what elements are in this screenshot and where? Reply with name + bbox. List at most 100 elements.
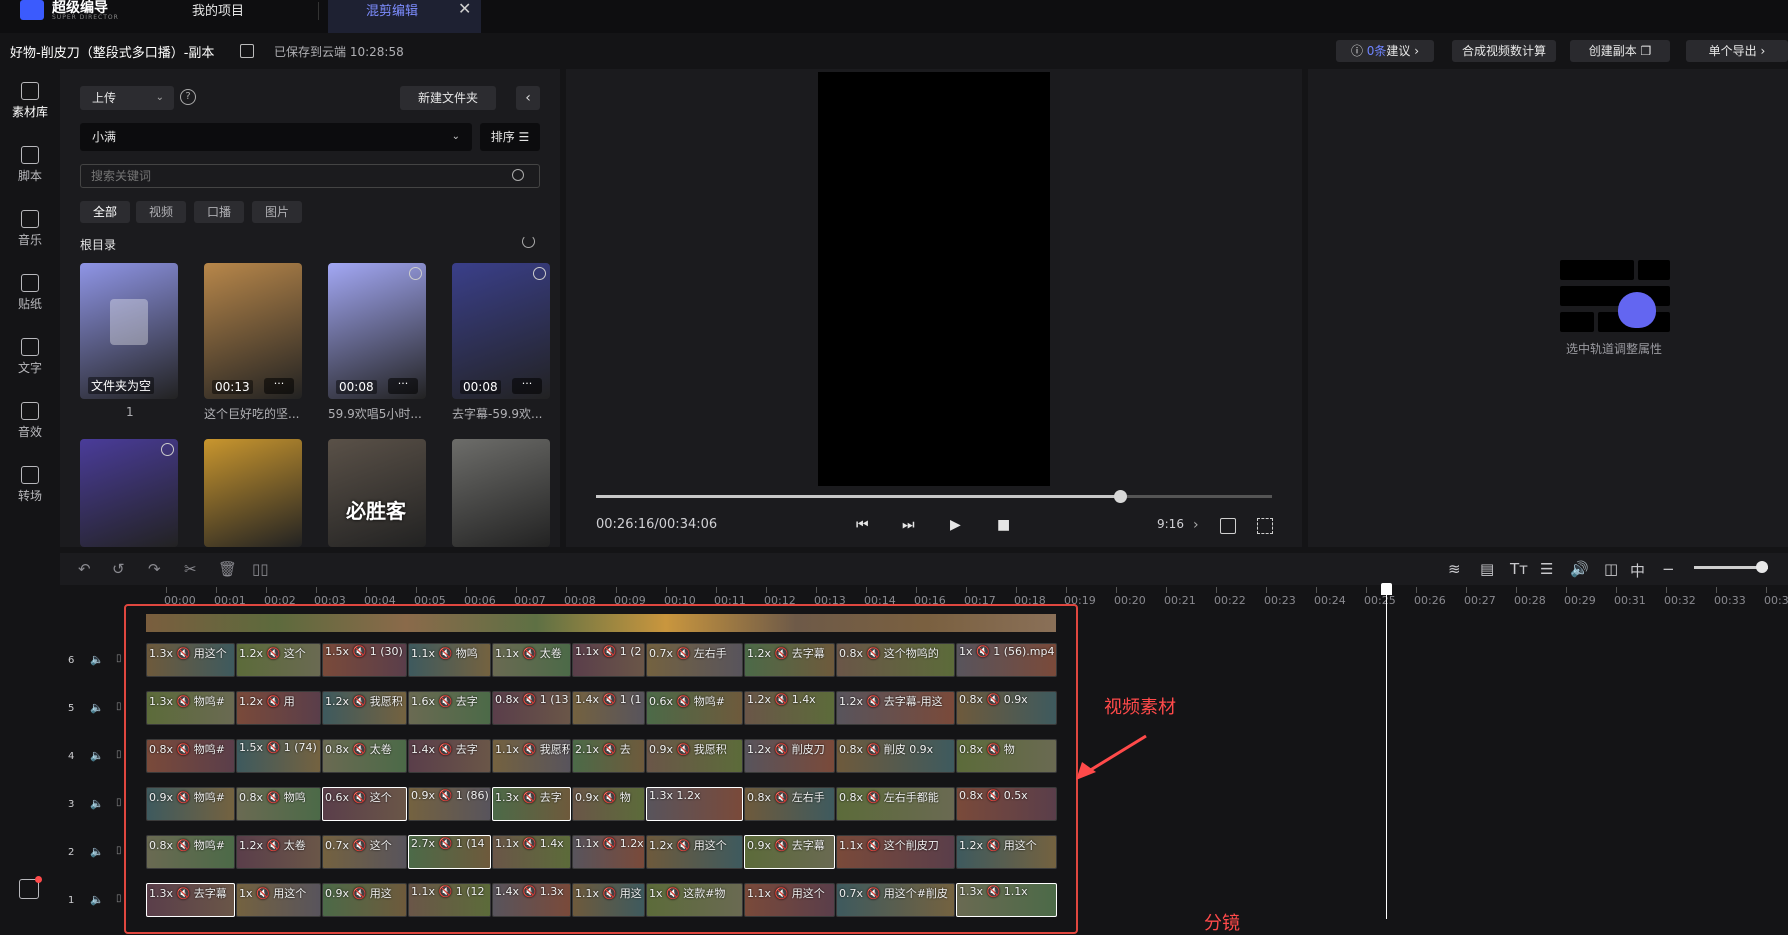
undo-step-icon[interactable]: ↺ bbox=[112, 560, 125, 578]
collapse-panel-icon[interactable]: ‹ bbox=[516, 86, 540, 110]
track-lock-icon[interactable]: ▯ bbox=[116, 749, 122, 760]
align-icon[interactable]: ☰ bbox=[1540, 560, 1553, 578]
media-thumbnail[interactable]: 00:08 ··· bbox=[452, 263, 550, 399]
redo-icon[interactable]: ↷ bbox=[148, 560, 161, 578]
suggestion-button[interactable]: ⓘ 0条建议 › bbox=[1336, 40, 1434, 62]
center-icon[interactable]: 中 bbox=[1630, 560, 1645, 581]
play-icon[interactable]: ▶ bbox=[950, 517, 961, 533]
single-export-button[interactable]: 单个导出 › bbox=[1686, 40, 1788, 62]
ruler-tick-mark bbox=[1316, 587, 1317, 593]
ruler-tick-mark bbox=[1366, 587, 1367, 593]
new-folder-button[interactable]: 新建文件夹 bbox=[400, 86, 496, 110]
group-icon[interactable]: ▯▯ bbox=[252, 560, 269, 578]
more-icon[interactable]: ··· bbox=[264, 378, 294, 394]
track-mute-icon[interactable]: 🔈 bbox=[90, 893, 104, 906]
track-mute-icon[interactable]: 🔈 bbox=[90, 701, 104, 714]
create-copy-button[interactable]: 创建副本 ❐ bbox=[1570, 40, 1670, 62]
track-lock-icon[interactable]: ▯ bbox=[116, 797, 122, 808]
refresh-icon[interactable] bbox=[522, 235, 535, 248]
ruler-tick-mark bbox=[1266, 587, 1267, 593]
search-icon[interactable] bbox=[512, 169, 524, 181]
layers-icon[interactable]: ≋ bbox=[1448, 560, 1461, 578]
track-lock-icon[interactable]: ▯ bbox=[116, 701, 122, 712]
ruler-tick-label: 00:20 bbox=[1114, 594, 1146, 607]
upload-dropdown[interactable]: 上传 ⌄ bbox=[80, 86, 174, 110]
split-view-icon[interactable]: ◫ bbox=[1604, 560, 1618, 578]
track-lock-icon[interactable]: ▯ bbox=[116, 893, 122, 904]
more-icon[interactable]: ··· bbox=[388, 378, 418, 394]
ruler-tick-mark bbox=[516, 587, 517, 593]
ruler-tick-label: 00:34 bbox=[1764, 594, 1788, 607]
sidebar-item-5[interactable]: 音效 bbox=[0, 402, 60, 440]
filter-voiceover[interactable]: 口播 bbox=[194, 201, 244, 223]
zoom-slider-handle[interactable] bbox=[1756, 561, 1768, 573]
ruler-tick-mark bbox=[1666, 587, 1667, 593]
zoom-out-icon[interactable]: − bbox=[1662, 560, 1675, 578]
media-caption: 这个巨好吃的坚... bbox=[204, 407, 300, 421]
text-style-icon[interactable]: Tт bbox=[1510, 560, 1528, 578]
ruler-tick-label: 00:29 bbox=[1564, 594, 1596, 607]
track-mute-icon[interactable]: 🔈 bbox=[90, 845, 104, 858]
select-checkbox[interactable] bbox=[161, 443, 174, 456]
folder-select[interactable]: 小满 ⌄ bbox=[80, 123, 472, 151]
sidebar-item-6[interactable]: 转场 bbox=[0, 466, 60, 504]
select-checkbox[interactable] bbox=[409, 267, 422, 280]
logo-icon bbox=[20, 0, 44, 20]
media-thumbnail[interactable]: 文件夹为空 bbox=[80, 263, 178, 399]
track-lock-icon[interactable]: ▯ bbox=[116, 653, 122, 664]
crop-icon[interactable] bbox=[1220, 518, 1236, 534]
delete-icon[interactable]: 🗑 bbox=[218, 560, 237, 578]
edit-title-icon[interactable] bbox=[240, 44, 254, 58]
help-icon[interactable]: ? bbox=[180, 89, 196, 105]
copy-icon: ❐ bbox=[1636, 44, 1652, 58]
skip-back-icon[interactable]: ⏮ bbox=[856, 517, 869, 533]
track-lock-icon[interactable]: ▯ bbox=[116, 845, 122, 856]
app-logo-sub: SUPER DIRECTOR bbox=[52, 14, 119, 21]
select-checkbox[interactable] bbox=[533, 267, 546, 280]
ruler-tick-mark bbox=[366, 587, 367, 593]
volume-icon[interactable]: 🔊 bbox=[1570, 560, 1589, 578]
search-input[interactable] bbox=[80, 164, 540, 188]
media-thumbnail[interactable]: 必胜客 bbox=[328, 439, 426, 547]
filter-all[interactable]: 全部 bbox=[80, 201, 130, 223]
sort-button[interactable]: 排序 ☰ bbox=[480, 123, 540, 151]
compute-video-count-button[interactable]: 合成视频数计算 bbox=[1452, 40, 1556, 62]
skip-forward-icon[interactable]: ⏭ bbox=[902, 517, 915, 533]
playhead[interactable] bbox=[1386, 589, 1387, 919]
ruler-tick-mark bbox=[166, 587, 167, 593]
filter-video[interactable]: 视频 bbox=[136, 201, 186, 223]
track-mute-icon[interactable]: 🔈 bbox=[90, 797, 104, 810]
annotation-highlight-box bbox=[124, 604, 1078, 934]
media-thumbnail[interactable] bbox=[80, 439, 178, 547]
media-thumbnail[interactable] bbox=[452, 439, 550, 547]
track-mute-icon[interactable]: 🔈 bbox=[90, 749, 104, 762]
aspect-ratio[interactable]: 9:16 bbox=[1157, 517, 1184, 531]
sidebar-item-2[interactable]: 音乐 bbox=[0, 210, 60, 248]
split-icon[interactable]: ✂ bbox=[184, 560, 197, 578]
more-icon[interactable]: ··· bbox=[512, 378, 542, 394]
document-icon[interactable]: ▤ bbox=[1480, 560, 1494, 578]
close-tab-icon[interactable]: ✕ bbox=[458, 0, 471, 18]
ruler-tick-mark bbox=[216, 587, 217, 593]
stop-icon[interactable]: ■ bbox=[997, 517, 1010, 533]
media-thumbnail[interactable]: 00:08 ··· bbox=[328, 263, 426, 399]
sidebar-item-1[interactable]: 脚本 bbox=[0, 146, 60, 184]
media-thumbnail[interactable] bbox=[204, 439, 302, 547]
filter-image[interactable]: 图片 bbox=[252, 201, 302, 223]
ruler-tick-mark bbox=[1566, 587, 1567, 593]
playback-handle[interactable] bbox=[1114, 490, 1127, 503]
track-mute-icon[interactable]: 🔈 bbox=[90, 653, 104, 666]
tab-my-projects[interactable]: 我的项目 bbox=[192, 0, 322, 19]
sidebar-item-3[interactable]: 贴纸 bbox=[0, 274, 60, 312]
ruler-tick-mark bbox=[1616, 587, 1617, 593]
media-thumbnail[interactable]: 00:13 ··· bbox=[204, 263, 302, 399]
fullscreen-icon[interactable] bbox=[1257, 518, 1273, 534]
undo-icon[interactable]: ↶ bbox=[78, 560, 91, 578]
ruler-tick-label: 00:23 bbox=[1264, 594, 1296, 607]
tab-divider bbox=[318, 2, 319, 20]
sidebar-item-0[interactable]: 素材库 bbox=[0, 82, 60, 120]
video-canvas[interactable] bbox=[818, 72, 1050, 486]
chevron-right-icon[interactable]: › bbox=[1193, 517, 1199, 533]
track-number: 6 bbox=[68, 655, 75, 666]
sidebar-item-4[interactable]: 文字 bbox=[0, 338, 60, 376]
